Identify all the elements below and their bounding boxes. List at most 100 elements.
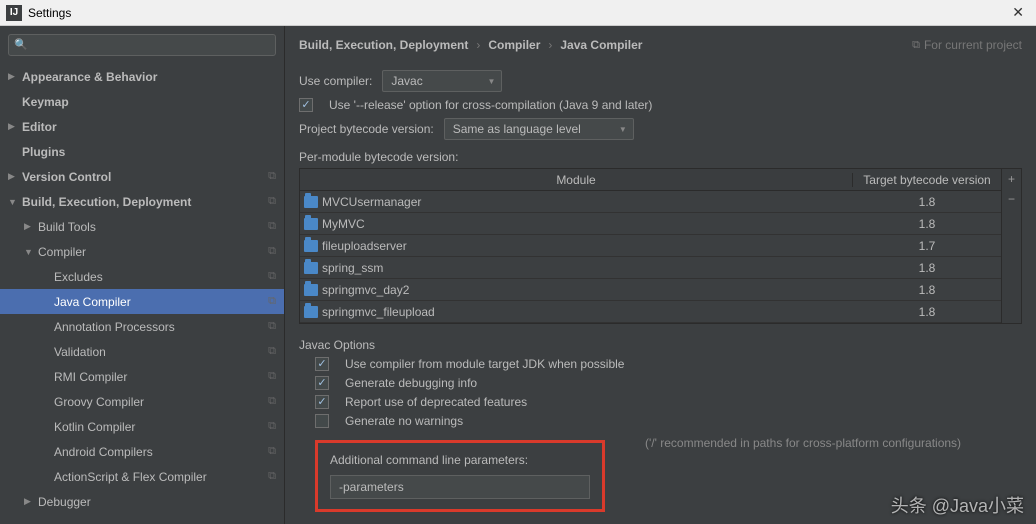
- sidebar-item-kotlin-compiler[interactable]: Kotlin Compiler⧉: [0, 414, 284, 439]
- sidebar-item-validation[interactable]: Validation⧉: [0, 339, 284, 364]
- table-row[interactable]: fileuploadserver 1.7: [300, 235, 1001, 257]
- sidebar-item-label: Groovy Compiler: [54, 395, 268, 409]
- copy-icon: ⧉: [268, 295, 276, 308]
- chevron-right-icon: ›: [548, 38, 552, 52]
- tree-arrow-icon: ▶: [8, 71, 22, 82]
- module-icon: [304, 306, 318, 318]
- module-version[interactable]: 1.8: [853, 195, 1001, 209]
- module-version[interactable]: 1.7: [853, 239, 1001, 253]
- close-icon[interactable]: ✕: [1006, 4, 1030, 21]
- table-row[interactable]: spring_ssm1.8: [300, 257, 1001, 279]
- option-checkbox[interactable]: [315, 376, 329, 390]
- copy-icon: ⧉: [268, 270, 276, 283]
- module-name: fileuploadserver: [322, 239, 407, 253]
- sidebar-item-label: Android Compilers: [54, 445, 268, 459]
- sidebar-item-label: Java Compiler: [54, 295, 268, 309]
- sidebar-item-rmi-compiler[interactable]: RMI Compiler⧉: [0, 364, 284, 389]
- copy-icon: ⧉: [268, 470, 276, 483]
- module-version[interactable]: 1.8: [853, 217, 1001, 231]
- module-name: springmvc_day2: [322, 283, 409, 297]
- table-row[interactable]: MyMVC 1.8: [300, 213, 1001, 235]
- copy-icon: ⧉: [268, 420, 276, 433]
- search-icon: 🔍: [14, 38, 28, 51]
- release-label: Use '--release' option for cross-compila…: [329, 98, 652, 112]
- copy-icon: ⧉: [268, 220, 276, 233]
- chevron-down-icon: ▼: [619, 125, 627, 134]
- sidebar-item-keymap[interactable]: Keymap: [0, 89, 284, 114]
- tree-arrow-icon: ▶: [24, 496, 38, 507]
- sidebar-item-label: Build Tools: [38, 220, 268, 234]
- crumb-0[interactable]: Build, Execution, Deployment: [299, 38, 468, 52]
- col-module[interactable]: Module: [300, 173, 853, 187]
- module-version[interactable]: 1.8: [853, 283, 1001, 297]
- chevron-down-icon: ▼: [487, 77, 495, 86]
- module-version[interactable]: 1.8: [853, 305, 1001, 319]
- chevron-right-icon: ›: [476, 38, 480, 52]
- copy-icon: ⧉: [912, 39, 920, 52]
- use-compiler-label: Use compiler:: [299, 74, 372, 88]
- module-icon: [304, 218, 318, 230]
- bytecode-select[interactable]: Same as language level ▼: [444, 118, 634, 140]
- sidebar-item-debugger[interactable]: ▶Debugger: [0, 489, 284, 514]
- sidebar-item-label: Debugger: [38, 495, 276, 509]
- option-label: Generate debugging info: [345, 376, 477, 390]
- option-checkbox[interactable]: [315, 395, 329, 409]
- tree-arrow-icon: ▶: [8, 171, 22, 182]
- sidebar-item-groovy-compiler[interactable]: Groovy Compiler⧉: [0, 389, 284, 414]
- sidebar-item-build-execution-deployment[interactable]: ▼Build, Execution, Deployment⧉: [0, 189, 284, 214]
- bytecode-label: Project bytecode version:: [299, 122, 434, 136]
- sidebar-item-actionscript-flex-compiler[interactable]: ActionScript & Flex Compiler⧉: [0, 464, 284, 489]
- option-checkbox[interactable]: [315, 414, 329, 428]
- copy-icon: ⧉: [268, 370, 276, 383]
- breadcrumb: Build, Execution, Deployment › Compiler …: [285, 26, 1036, 64]
- module-name: springmvc_fileupload: [322, 305, 435, 319]
- cmdline-label: Additional command line parameters:: [330, 453, 590, 467]
- tree-arrow-icon: ▶: [8, 121, 22, 132]
- sidebar-item-compiler[interactable]: ▼Compiler⧉: [0, 239, 284, 264]
- module-name: MyMVC: [322, 217, 365, 231]
- cmdline-input[interactable]: [330, 475, 590, 499]
- copy-icon: ⧉: [268, 320, 276, 333]
- module-icon: [304, 262, 318, 274]
- sidebar-item-build-tools[interactable]: ▶Build Tools⧉: [0, 214, 284, 239]
- option-label: Report use of deprecated features: [345, 395, 527, 409]
- per-module-label: Per-module bytecode version:: [299, 150, 1022, 164]
- table-row[interactable]: springmvc_day2 1.8: [300, 279, 1001, 301]
- tree-arrow-icon: ▶: [24, 221, 38, 232]
- col-version[interactable]: Target bytecode version: [853, 173, 1001, 187]
- module-table: Module Target bytecode version MVCUserma…: [299, 168, 1022, 324]
- sidebar-item-annotation-processors[interactable]: Annotation Processors⧉: [0, 314, 284, 339]
- copy-icon: ⧉: [268, 245, 276, 258]
- sidebar-item-label: RMI Compiler: [54, 370, 268, 384]
- sidebar-item-appearance-behavior[interactable]: ▶Appearance & Behavior: [0, 64, 284, 89]
- module-icon: [304, 196, 318, 208]
- option-checkbox[interactable]: [315, 357, 329, 371]
- sidebar-item-java-compiler[interactable]: Java Compiler⧉: [0, 289, 284, 314]
- crumb-2: Java Compiler: [560, 38, 642, 52]
- sidebar-item-label: Plugins: [22, 145, 276, 159]
- copy-icon: ⧉: [268, 345, 276, 358]
- sidebar-item-plugins[interactable]: Plugins: [0, 139, 284, 164]
- titlebar: IJ Settings ✕: [0, 0, 1036, 26]
- remove-module-button[interactable]: −: [1002, 189, 1021, 209]
- crumb-1[interactable]: Compiler: [488, 38, 540, 52]
- sidebar-item-label: Editor: [22, 120, 276, 134]
- copy-icon: ⧉: [268, 395, 276, 408]
- sidebar-item-editor[interactable]: ▶Editor: [0, 114, 284, 139]
- javac-title: Javac Options: [299, 338, 1022, 352]
- table-row[interactable]: springmvc_fileupload 1.8: [300, 301, 1001, 323]
- release-checkbox[interactable]: [299, 98, 313, 112]
- tree-arrow-icon: ▼: [24, 247, 38, 257]
- table-row[interactable]: MVCUsermanager1.8: [300, 191, 1001, 213]
- sidebar-item-excludes[interactable]: Excludes⧉: [0, 264, 284, 289]
- sidebar-item-version-control[interactable]: ▶Version Control⧉: [0, 164, 284, 189]
- copy-icon: ⧉: [268, 170, 276, 183]
- module-version[interactable]: 1.8: [853, 261, 1001, 275]
- add-module-button[interactable]: +: [1002, 169, 1021, 189]
- copy-icon: ⧉: [268, 445, 276, 458]
- cmdline-hint: ('/' recommended in paths for cross-plat…: [645, 436, 961, 450]
- use-compiler-select[interactable]: Javac ▼: [382, 70, 502, 92]
- search-input[interactable]: [8, 34, 276, 56]
- app-icon: IJ: [6, 5, 22, 21]
- sidebar-item-android-compilers[interactable]: Android Compilers⧉: [0, 439, 284, 464]
